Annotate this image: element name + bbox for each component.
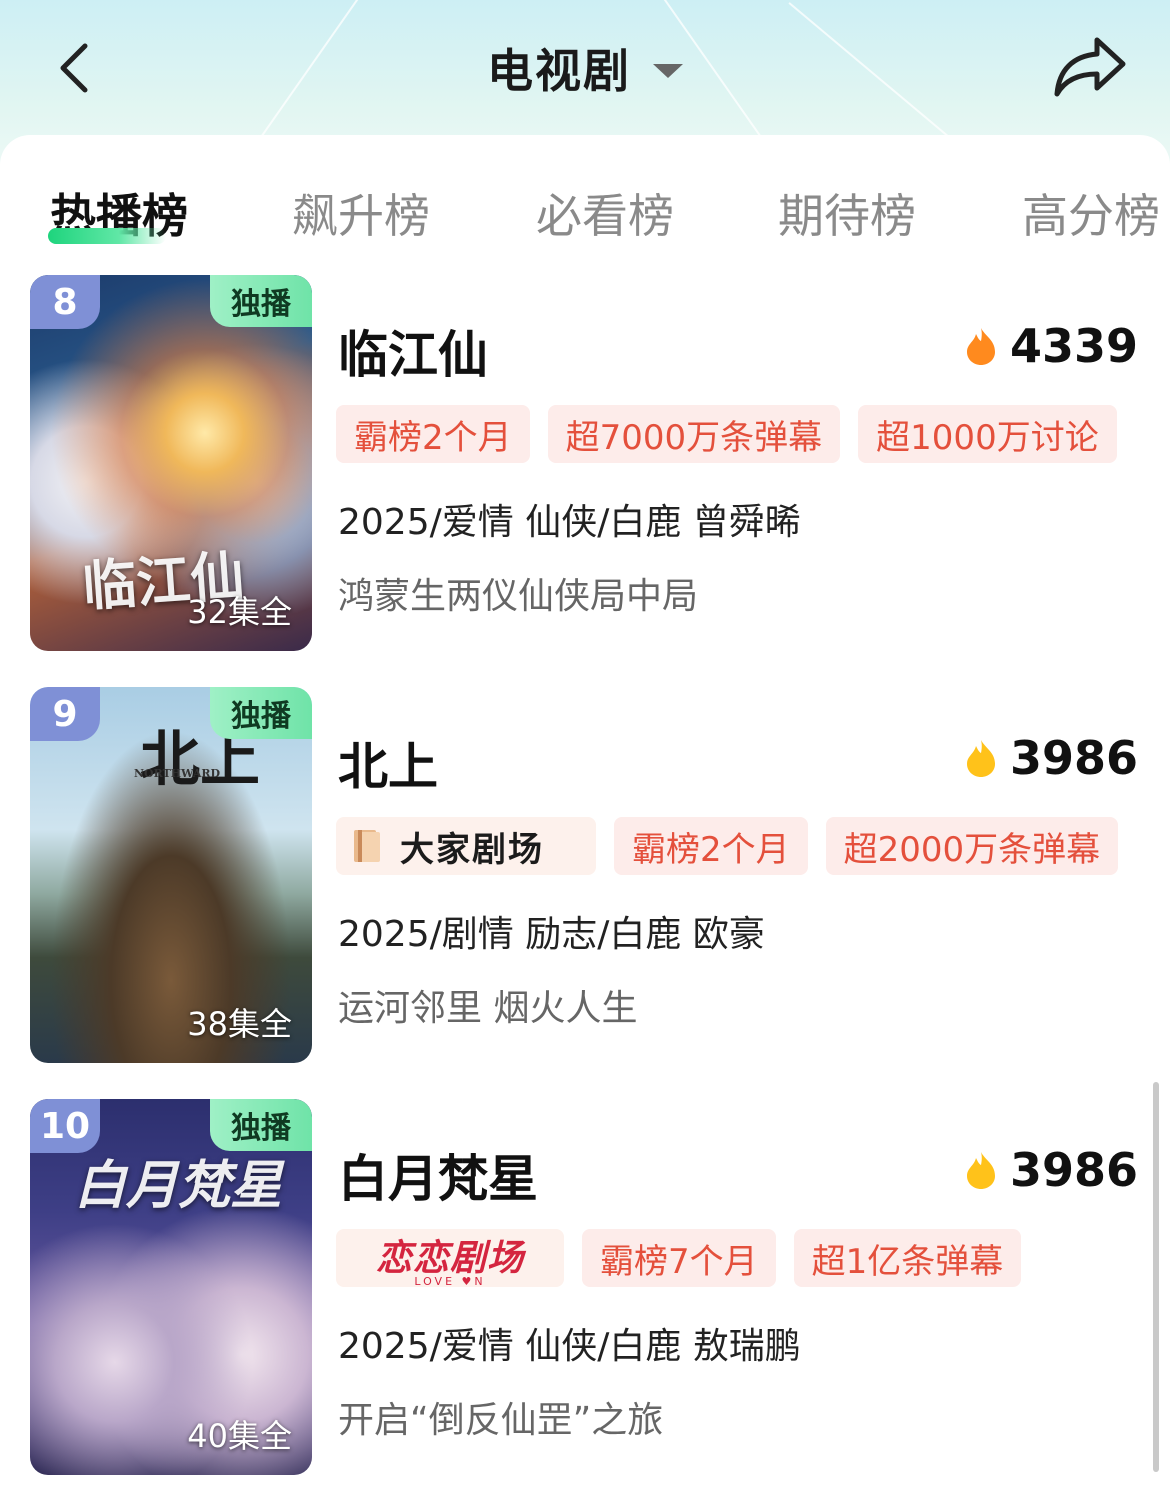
heat-score: 3986 [964,731,1138,785]
tag: 霸榜2个月 [614,817,808,875]
poster-subtitle-text: NORTHWARD [134,767,221,780]
flame-icon [966,740,995,777]
scrollbar[interactable] [1153,1082,1159,1472]
tag: 超1000万讨论 [858,405,1117,463]
poster-title-text: 白月梵星 [74,1155,283,1216]
drama-description: 开启“倒反仙罡”之旅 [338,1400,664,1441]
list-item[interactable]: 临江仙 8 独播 32集全 临江仙 4339 霸榜2个月 超7000万条弹幕 超… [0,275,1170,653]
episode-count: 32集全 [187,593,292,631]
tab-high-score[interactable]: 高分榜 [1022,180,1160,246]
tag-row: 霸榜2个月 超7000万条弹幕 超1000万讨论 [336,405,1117,463]
rank-badge: 9 [30,687,100,741]
heat-score: 3986 [964,1143,1138,1197]
page-title: 电视剧 [487,44,631,98]
book-icon [354,830,380,862]
rank-badge: 10 [30,1099,100,1153]
heat-value: 3986 [1009,1143,1138,1197]
tab-bar: 热播榜 飙升榜 必看榜 期待榜 高分榜 [0,158,1170,258]
brand-tag: 大家剧场 [336,817,596,875]
list-item[interactable]: 北上 NORTHWARD 9 独播 38集全 北上 3986 大家剧场 霸榜2个… [0,687,1170,1065]
flame-icon [966,1152,995,1189]
poster[interactable]: 白月梵星 10 独播 40集全 [30,1099,312,1475]
brand-tag: 恋恋剧场 LOVE ♥N [336,1229,564,1288]
tag: 霸榜2个月 [336,405,530,463]
brand-subtext: LOVE ♥N [414,1274,486,1288]
exclusive-badge: 独播 [210,275,312,327]
drama-title[interactable]: 临江仙 [338,315,488,387]
tag: 超7000万条弹幕 [547,405,841,463]
tag-row: 恋恋剧场 LOVE ♥N 霸榜7个月 超1亿条弹幕 [336,1229,1022,1288]
heat-value: 4339 [1009,319,1138,373]
brand-name: 大家剧场 [400,829,544,870]
drama-title[interactable]: 白月梵星 [338,1139,538,1211]
share-button[interactable] [1048,32,1132,102]
flame-icon [966,328,995,365]
drama-description: 鸿蒙生两仪仙侠局中局 [338,576,699,617]
drama-meta: 2025/爱情 仙侠/白鹿 曾舜晞 [338,502,801,543]
exclusive-badge: 独播 [210,687,312,739]
episode-count: 40集全 [187,1417,292,1455]
share-arrow-icon [1054,37,1126,97]
tag-row: 大家剧场 霸榜2个月 超2000万条弹幕 [336,817,1119,875]
poster[interactable]: 临江仙 8 独播 32集全 [30,275,312,651]
drama-meta: 2025/剧情 励志/白鹿 欧豪 [338,914,765,955]
drama-title[interactable]: 北上 [338,727,438,799]
episode-count: 38集全 [187,1005,292,1043]
title-dropdown[interactable]: 电视剧 [0,36,1170,100]
list-item[interactable]: 白月梵星 10 独播 40集全 白月梵星 3986 恋恋剧场 LOVE ♥N 霸… [0,1099,1170,1477]
rank-badge: 8 [30,275,100,329]
drama-description: 运河邻里 烟火人生 [338,988,638,1029]
tab-anticipated[interactable]: 期待榜 [778,180,916,246]
tab-rising[interactable]: 飙升榜 [292,180,430,246]
tag: 超1亿条弹幕 [793,1229,1022,1287]
top-bar: 电视剧 [0,0,1170,135]
drama-meta: 2025/爱情 仙侠/白鹿 敖瑞鹏 [338,1326,801,1367]
heat-value: 3986 [1009,731,1138,785]
heat-score: 4339 [964,319,1138,373]
tab-must-watch[interactable]: 必看榜 [536,180,674,246]
tag: 霸榜7个月 [582,1229,776,1287]
tag: 超2000万条弹幕 [825,817,1119,875]
poster[interactable]: 北上 NORTHWARD 9 独播 38集全 [30,687,312,1063]
exclusive-badge: 独播 [210,1099,312,1151]
caret-down-icon [653,64,683,78]
brand-name: 恋恋剧场 [375,1237,524,1279]
active-tab-indicator [48,228,166,244]
